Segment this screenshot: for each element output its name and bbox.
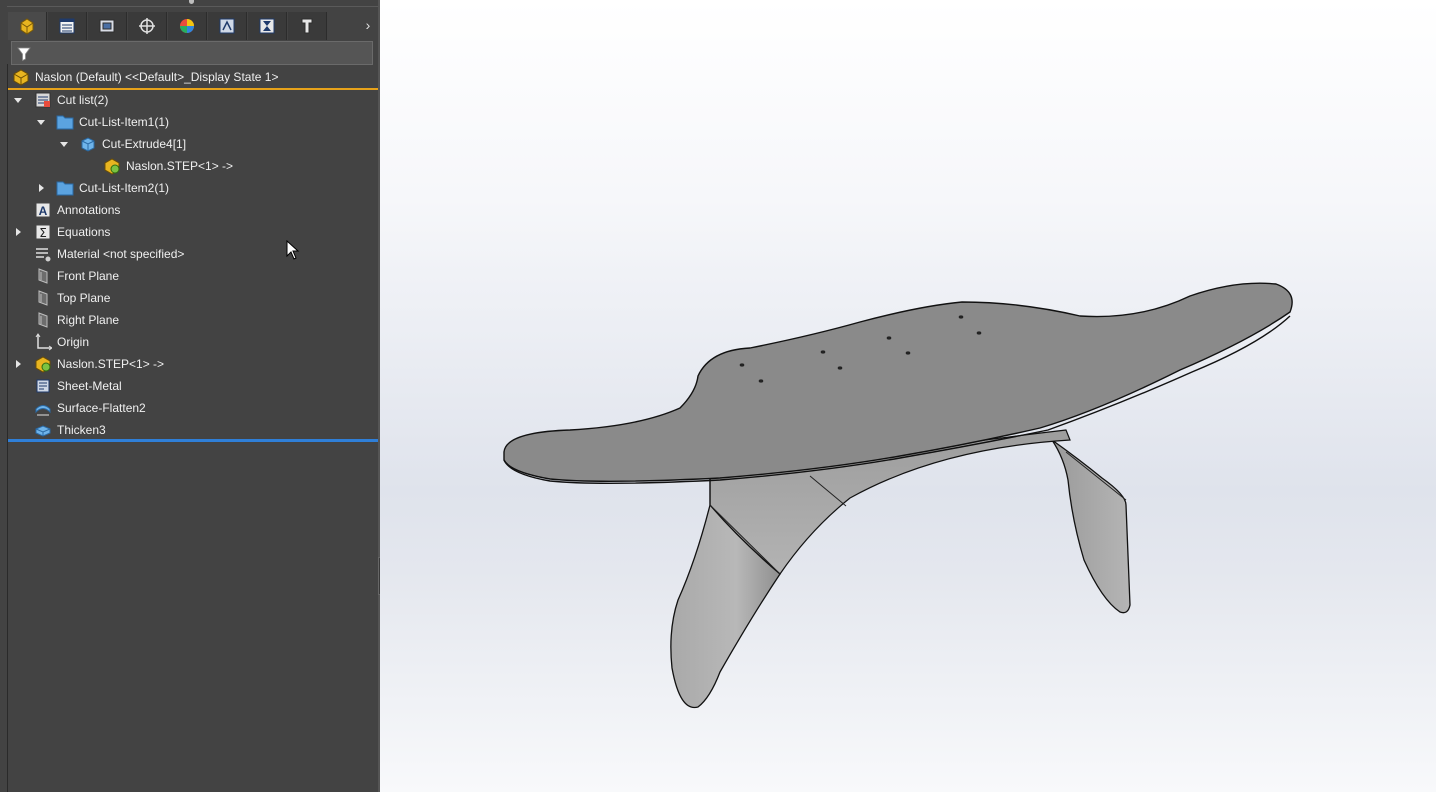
imported-part-icon [104,158,120,175]
tree-item-label: Cut-List-Item2(1) [79,181,170,195]
tab-feature-manager[interactable] [8,12,47,40]
hole-wizard-icon [259,18,275,34]
svg-text:Σ: Σ [39,226,47,240]
dimxpert-icon [139,18,155,34]
tree-item-cut-list[interactable]: Cut list(2) [12,89,108,111]
expand-arrow-icon[interactable] [35,182,47,194]
tree-item-label: Origin [57,335,90,349]
tab-bar-chevron-right-icon[interactable]: › [360,17,376,33]
tree-item-label: Cut-Extrude4[1] [102,137,187,151]
sheet-metal-icon [36,379,50,393]
cam-icon [219,18,235,34]
tab-property-manager[interactable] [48,12,87,40]
panel-left-border [7,64,8,792]
tree-item-label: Right Plane [57,313,120,327]
tree-item-equations[interactable]: Σ Equations [12,221,110,243]
svg-text:A: A [39,204,48,218]
model-3d-view[interactable] [380,0,1436,792]
tree-item-front-plane[interactable]: Front Plane [34,265,119,287]
plane-icon [38,290,48,306]
tab-configuration-manager[interactable] [88,12,127,40]
cut-list-icon [35,92,51,108]
tree-root-label: Naslon (Default) <<Default>_Display Stat… [35,70,279,84]
tree-item-naslon-step-body[interactable]: Naslon.STEP<1> -> [103,155,233,177]
tree-item-label: Naslon.STEP<1> -> [57,357,165,371]
tree-item-cut-list-item1[interactable]: Cut-List-Item1(1) [35,111,169,133]
tree-root-part[interactable]: Naslon (Default) <<Default>_Display Stat… [8,66,378,88]
tree-item-label: Naslon.STEP<1> -> [126,159,234,173]
plane-icon [38,312,48,328]
expand-arrow-icon[interactable] [12,226,24,238]
model-right-leg [1051,439,1131,614]
surface-flatten-icon [35,405,51,416]
material-icon [36,248,52,263]
tree-item-material[interactable]: Material <not specified> [34,243,184,265]
tree-item-surface-flatten2[interactable]: Surface-Flatten2 [34,397,146,419]
tree-item-label: Sheet-Metal [57,379,122,393]
panel-top-grip[interactable] [189,0,194,4]
tree-item-label: Top Plane [57,291,111,305]
solid-body-icon [81,137,95,152]
folder-icon [56,181,74,196]
folder-icon [56,115,74,130]
tree-item-top-plane[interactable]: Top Plane [34,287,110,309]
origin-icon [35,333,52,351]
annotations-icon: A [35,202,51,218]
tree-item-label: Surface-Flatten2 [57,401,146,415]
tree-item-sheet-metal[interactable]: Sheet-Metal [34,375,122,397]
tab-hole-manager[interactable] [248,12,287,40]
mouse-pointer-icon [286,240,300,260]
equations-icon: Σ [35,224,51,240]
expand-arrow-icon[interactable] [12,358,24,370]
property-manager-icon [59,18,75,34]
filter-icon[interactable] [16,46,32,62]
tree-item-cut-extrude4[interactable]: Cut-Extrude4[1] [58,133,186,155]
tree-item-label: Front Plane [57,269,120,283]
display-manager-icon [180,19,194,33]
tree-item-label: Thicken3 [57,423,106,437]
plane-icon [38,268,48,284]
tree-item-naslon-step-feature[interactable]: Naslon.STEP<1> -> [12,353,164,375]
feature-manager-panel: › Naslon (Default) <<Default>_Display St… [0,0,380,792]
tab-display-manager[interactable] [168,12,207,40]
panel-top-divider [7,6,378,7]
part-icon [20,18,34,35]
manager-tab-bar: › [8,12,378,40]
collapse-arrow-icon[interactable] [12,94,24,106]
tree-item-origin[interactable]: Origin [34,331,89,353]
configuration-manager-icon [99,19,115,33]
tree-item-label: Cut list(2) [57,93,109,107]
tree-item-annotations[interactable]: A Annotations [34,199,120,221]
tab-dimxpert-manager[interactable] [128,12,167,40]
tree-item-label: Material <not specified> [57,247,185,261]
tree-item-thicken3[interactable]: Thicken3 [34,419,106,441]
tree-item-label: Equations [57,225,111,239]
tolerance-icon [301,18,313,34]
tree-item-label: Cut-List-Item1(1) [79,115,170,129]
tab-cam-manager[interactable] [208,12,247,40]
rollback-bar[interactable] [8,439,378,442]
tab-tolerance-manager[interactable] [288,12,327,40]
tree-item-cut-list-item2[interactable]: Cut-List-Item2(1) [35,177,169,199]
collapse-arrow-icon[interactable] [58,138,70,150]
tree-item-label: Annotations [57,203,121,217]
tree-item-right-plane[interactable]: Right Plane [34,309,119,331]
graphics-viewport[interactable] [380,0,1436,792]
feature-tree-filter-input[interactable] [11,41,373,65]
part-icon [13,69,29,86]
collapse-arrow-icon[interactable] [35,116,47,128]
imported-part-icon [35,356,51,373]
thicken-icon [35,425,51,437]
model-seat-top [503,282,1293,482]
